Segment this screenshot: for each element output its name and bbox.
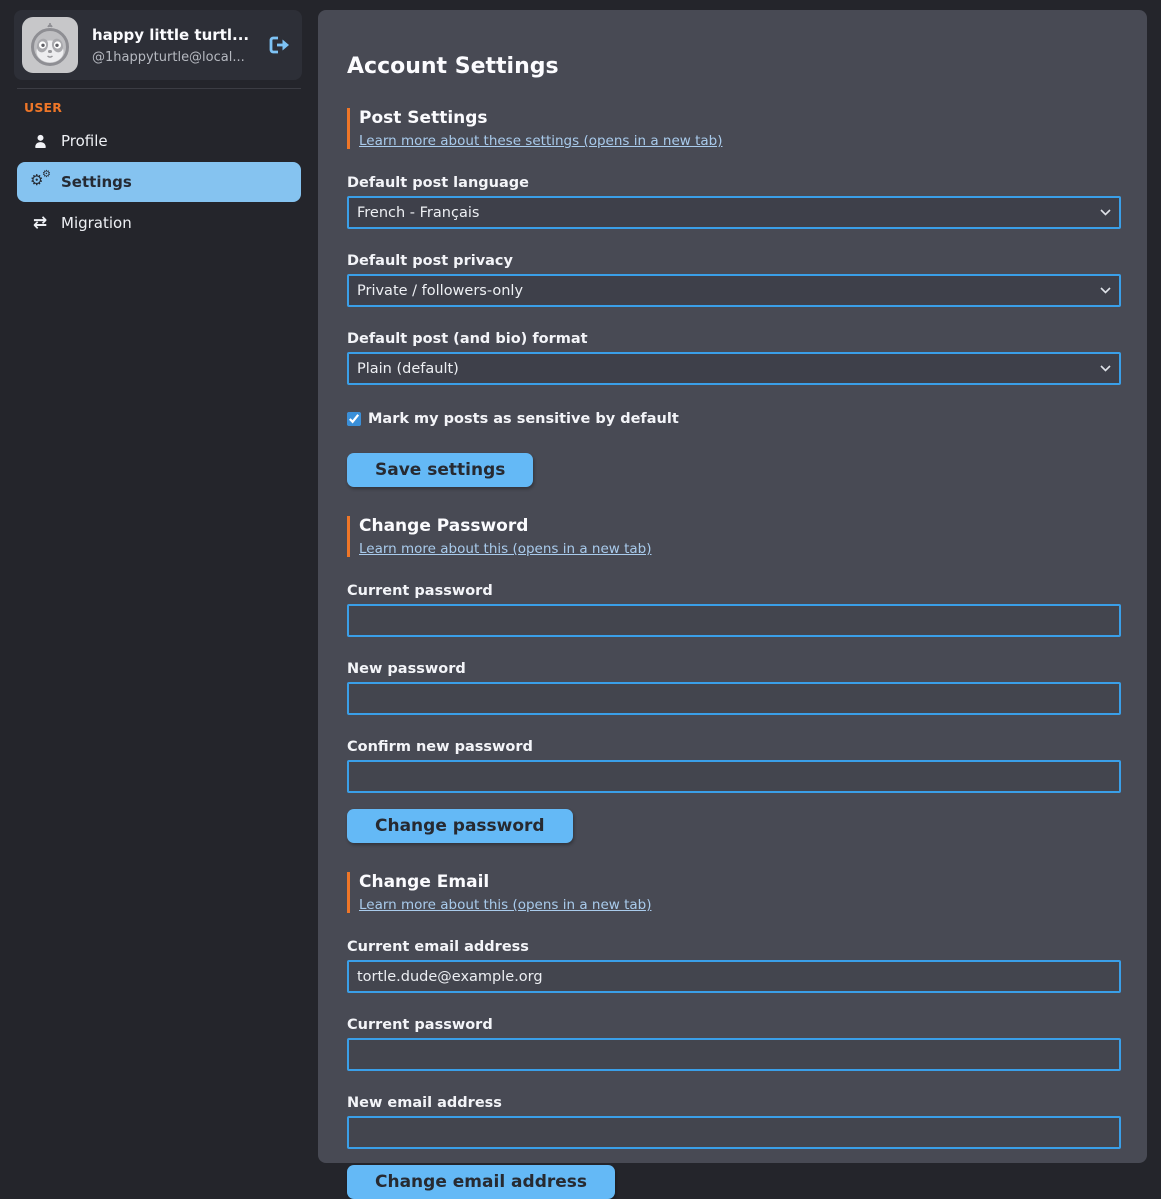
sidebar-nav: Profile ⚙ ⚙ Settings ⇄ Migration: [0, 121, 318, 244]
current-email-input[interactable]: [347, 960, 1121, 993]
user-card: happy little turtl... @1happyturtle@loca…: [14, 10, 302, 80]
sidebar-item-label: Profile: [61, 132, 108, 150]
current-password-label: Current password: [347, 583, 1121, 599]
user-name: happy little turtl...: [92, 26, 267, 44]
sidebar-item-label: Settings: [61, 173, 132, 191]
sign-out-icon: [269, 36, 290, 54]
default-post-privacy-label: Default post privacy: [347, 253, 1121, 269]
default-post-format-select[interactable]: Plain (default): [347, 352, 1121, 385]
post-settings-section-header: Post Settings Learn more about these set…: [347, 108, 1121, 149]
current-password-field: Current password: [347, 583, 1121, 637]
email-current-password-field: Current password: [347, 1017, 1121, 1071]
nav-section-label: USER: [24, 100, 62, 115]
change-password-section-header: Change Password Learn more about this (o…: [347, 516, 1121, 557]
change-email-section-header: Change Email Learn more about this (open…: [347, 872, 1121, 913]
sidebar-item-migration[interactable]: ⇄ Migration: [17, 203, 301, 243]
new-password-label: New password: [347, 661, 1121, 677]
post-settings-title: Post Settings: [359, 108, 1121, 128]
email-current-password-input[interactable]: [347, 1038, 1121, 1071]
page-title: Account Settings: [347, 54, 1121, 79]
email-current-password-label: Current password: [347, 1017, 1121, 1033]
gears-icon: ⚙ ⚙: [30, 173, 50, 191]
new-email-field: New email address: [347, 1095, 1121, 1149]
sign-out-button[interactable]: [267, 34, 292, 56]
default-post-language-select[interactable]: French - Français: [347, 196, 1121, 229]
default-post-language-label: Default post language: [347, 175, 1121, 191]
default-post-format-label: Default post (and bio) format: [347, 331, 1121, 347]
sensitive-default-label[interactable]: Mark my posts as sensitive by default: [368, 411, 679, 427]
change-password-button[interactable]: Change password: [347, 809, 573, 843]
person-icon: [30, 133, 50, 149]
new-email-label: New email address: [347, 1095, 1121, 1111]
sidebar: happy little turtl... @1happyturtle@loca…: [0, 0, 318, 1176]
default-post-privacy-select[interactable]: Private / followers-only: [347, 274, 1121, 307]
sensitive-default-row: Mark my posts as sensitive by default: [347, 411, 1121, 427]
confirm-new-password-input[interactable]: [347, 760, 1121, 793]
change-email-button[interactable]: Change email address: [347, 1165, 615, 1199]
transfer-arrows-icon: ⇄: [30, 215, 50, 232]
sidebar-divider: [17, 88, 301, 89]
sidebar-item-label: Migration: [61, 214, 132, 232]
change-password-learn-more-link[interactable]: Learn more about this (opens in a new ta…: [359, 541, 652, 557]
account-settings-panel: Account Settings Post Settings Learn mor…: [318, 10, 1147, 1163]
user-handle: @1happyturtle@local...: [92, 50, 267, 65]
sidebar-item-settings[interactable]: ⚙ ⚙ Settings: [17, 162, 301, 202]
sloth-avatar-icon: [22, 17, 78, 73]
current-email-label: Current email address: [347, 939, 1121, 955]
new-password-field: New password: [347, 661, 1121, 715]
default-post-privacy-field: Default post privacy Private / followers…: [347, 253, 1121, 307]
change-password-title: Change Password: [359, 516, 1121, 536]
default-post-format-field: Default post (and bio) format Plain (def…: [347, 331, 1121, 385]
change-email-learn-more-link[interactable]: Learn more about this (opens in a new ta…: [359, 897, 652, 913]
user-info: happy little turtl... @1happyturtle@loca…: [92, 26, 267, 65]
confirm-new-password-label: Confirm new password: [347, 739, 1121, 755]
sensitive-default-checkbox[interactable]: [347, 412, 361, 426]
change-email-title: Change Email: [359, 872, 1121, 892]
save-settings-button[interactable]: Save settings: [347, 453, 533, 487]
current-email-field: Current email address: [347, 939, 1121, 993]
current-password-input[interactable]: [347, 604, 1121, 637]
sidebar-item-profile[interactable]: Profile: [17, 121, 301, 161]
new-email-input[interactable]: [347, 1116, 1121, 1149]
default-post-language-field: Default post language French - Français: [347, 175, 1121, 229]
confirm-new-password-field: Confirm new password: [347, 739, 1121, 793]
post-settings-learn-more-link[interactable]: Learn more about these settings (opens i…: [359, 133, 722, 149]
new-password-input[interactable]: [347, 682, 1121, 715]
